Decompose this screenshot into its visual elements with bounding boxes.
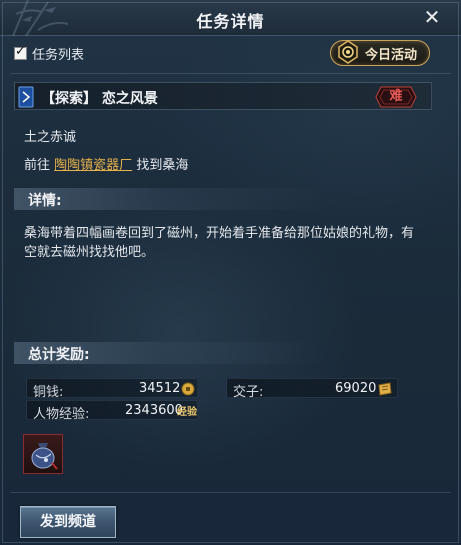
divider — [10, 492, 451, 493]
close-icon[interactable]: ✕ — [421, 6, 443, 28]
checkbox-checked-icon[interactable] — [14, 44, 27, 60]
window-title: 任务详情 — [196, 12, 265, 31]
rewards-section-header: 总计奖励: — [14, 342, 432, 364]
details-header: 详情: — [28, 193, 62, 209]
quest-header: 【探索】 恋之风景 难 — [14, 82, 432, 110]
jiaozi-reward: 交子: 69020 — [226, 378, 398, 400]
quest-list-checkbox[interactable]: 任务列表 — [14, 44, 85, 63]
difficulty-label: 难 — [389, 89, 403, 104]
exp-label: 人物经验: — [33, 407, 90, 422]
copper-label: 铜钱: — [33, 385, 64, 400]
jiaozi-value: 69020 — [335, 381, 377, 396]
location-link[interactable]: 陶陶镇瓷器厂 — [54, 158, 132, 173]
exp-badge: 经验 — [177, 407, 197, 418]
lantern-icon — [338, 40, 358, 64]
copper-reward: 铜钱: 34512 — [26, 378, 198, 400]
daily-activity-label: 今日活动 — [365, 47, 418, 63]
quest-title: 【探索】 恋之风景 — [41, 91, 158, 107]
title-bar[interactable]: 任务详情 ✕ — [0, 0, 461, 36]
jiaozi-note-icon — [378, 382, 392, 396]
quest-target: 土之赤诚 — [24, 130, 77, 145]
daily-activity-button[interactable]: 今日活动 — [330, 40, 430, 66]
pouch-item-icon — [31, 443, 58, 470]
divider — [10, 73, 451, 74]
quest-scroll-icon — [18, 86, 34, 108]
copper-value: 34512 — [139, 381, 181, 396]
copper-coin-icon — [181, 382, 195, 396]
exp-value: 2343600 — [125, 403, 183, 418]
reward-item-slot[interactable] — [23, 434, 63, 474]
quest-list-label: 任务列表 — [32, 47, 85, 63]
jiaozi-label: 交子: — [233, 385, 264, 400]
quest-detail-window: 任务详情 ✕ 任务列表 今日活动 【探索】 恋之风景 难 土之赤诚 前往 陶陶镇… — [0, 0, 461, 545]
rewards-header: 总计奖励: — [28, 347, 90, 363]
exp-reward: 人物经验: 2343600 经验 — [26, 400, 198, 422]
quest-objective: 前往 陶陶镇瓷器厂 找到桑海 — [24, 158, 189, 173]
quest-description: 桑海带着四幅画卷回到了磁州，开始着手准备给那位姑娘的礼物，有空就去磁州找找他吧。 — [24, 226, 415, 260]
send-to-channel-button[interactable]: 发到频道 — [20, 506, 116, 538]
details-section-header: 详情: — [14, 188, 432, 210]
